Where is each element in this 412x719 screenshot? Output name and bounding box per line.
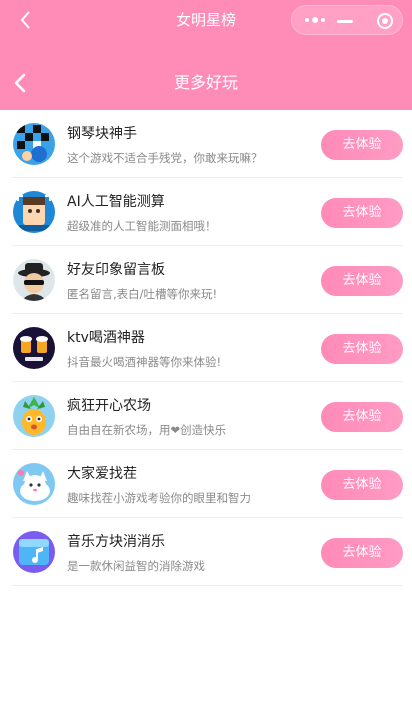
try-button[interactable]: 去体验 (321, 266, 403, 296)
try-button[interactable]: 去体验 (321, 334, 403, 364)
cat-icon (13, 463, 55, 505)
game-desc: 是一款休闲益智的消除游戏 (67, 559, 205, 573)
game-desc: 自由自在新农场，用❤创造快乐 (67, 423, 227, 437)
more-dots-icon[interactable] (304, 15, 328, 25)
page-header: 更多好玩 (0, 40, 412, 110)
try-button[interactable]: 去体验 (321, 538, 403, 568)
game-name: 大家爱找茬 (67, 466, 137, 482)
page-title: 更多好玩 (173, 73, 238, 92)
game-desc: 超级准的人工智能测面相哦！ (67, 219, 217, 233)
music-cube-icon (13, 531, 55, 573)
list-item: 好友印象留言板 匿名留言,表白/吐槽等你来玩! 去体验 (12, 246, 403, 314)
pineapple-icon (13, 395, 55, 437)
minimize-icon[interactable] (337, 20, 353, 23)
try-button[interactable]: 去体验 (321, 130, 403, 160)
list-item: 钢琴块神手 这个游戏不适合手残党，你敢来玩嘛？ 去体验 (12, 110, 403, 178)
game-name: ktv喝酒神器 (67, 330, 145, 346)
list-item: 大家爱找茬 趣味找茬小游戏考验你的眼里和智力 去体验 (12, 450, 403, 518)
try-button[interactable]: 去体验 (321, 470, 403, 500)
game-name: 音乐方块消消乐 (67, 534, 165, 550)
capsule-menu (291, 5, 403, 35)
game-desc: 这个游戏不适合手残党，你敢来玩嘛？ (67, 151, 263, 165)
list-item: 音乐方块消消乐 是一款休闲益智的消除游戏 去体验 (12, 518, 403, 586)
game-name: 疯狂开心农场 (67, 398, 151, 414)
game-list: 钢琴块神手 这个游戏不适合手残党，你敢来玩嘛？ 去体验 AI人工智能测算 超级准… (0, 110, 412, 586)
game-name: 好友印象留言板 (67, 262, 165, 278)
try-button[interactable]: 去体验 (321, 402, 403, 432)
game-desc: 匿名留言,表白/吐槽等你来玩! (67, 287, 218, 301)
ai-face-icon (13, 191, 55, 233)
piano-tiles-icon (13, 123, 55, 165)
list-item: AI人工智能测算 超级准的人工智能测面相哦！ 去体验 (12, 178, 403, 246)
mini-program-topbar: 女明星榜 (0, 0, 412, 40)
game-name: 钢琴块神手 (67, 126, 137, 142)
game-desc: 抖音最火喝酒神器等你来体验! (67, 355, 222, 369)
list-item: ktv喝酒神器 抖音最火喝酒神器等你来体验! 去体验 (12, 314, 403, 382)
beer-icon (13, 327, 55, 369)
game-name: AI人工智能测算 (67, 194, 165, 210)
close-target-icon[interactable] (376, 12, 394, 30)
game-desc: 趣味找茬小游戏考验你的眼里和智力 (67, 491, 251, 505)
list-item: 疯狂开心农场 自由自在新农场，用❤创造快乐 去体验 (12, 382, 403, 450)
spy-icon (13, 259, 55, 301)
try-button[interactable]: 去体验 (321, 198, 403, 228)
